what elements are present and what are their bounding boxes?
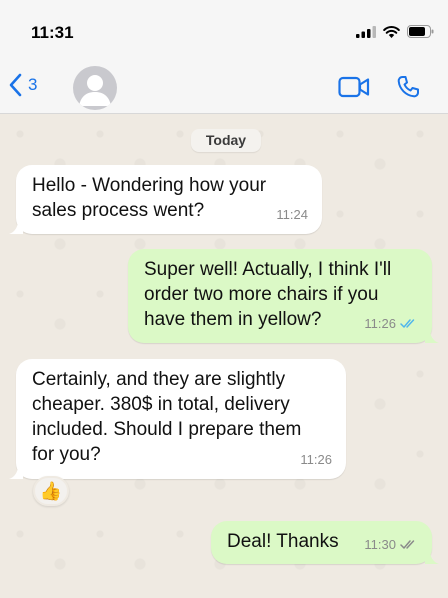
incoming-message[interactable]: Hello - Wondering how your sales process… (9, 165, 322, 234)
avatar[interactable] (73, 66, 117, 110)
unread-count: 3 (28, 75, 38, 94)
status-icons (356, 25, 434, 38)
back-button[interactable]: 3 (8, 73, 37, 97)
message-time: 11:24 (276, 207, 308, 222)
status-time: 11:31 (31, 23, 74, 42)
message-meta: 11:26 (364, 311, 418, 336)
bubble-tail (425, 329, 439, 343)
outgoing-message[interactable]: Deal! Thanks 11:30 (211, 521, 439, 564)
status-bar: 11:31 (0, 0, 448, 62)
signal-icon (356, 25, 376, 38)
delivered-receipt-icon (400, 540, 415, 549)
incoming-message[interactable]: Certainly, and they are slightly cheaper… (9, 359, 346, 479)
chat-header: 3 (0, 62, 448, 114)
thumbs-up-reaction[interactable]: 👍 (33, 476, 69, 506)
outgoing-message[interactable]: Super well! Actually, I think I'll order… (128, 249, 439, 343)
message-text: Certainly, and they are slightly cheaper… (32, 369, 302, 465)
battery-icon (407, 25, 434, 38)
bubble-tail (9, 465, 23, 479)
phone-call-icon[interactable] (396, 75, 420, 99)
message-time: 11:26 (300, 452, 332, 467)
bubble-tail (425, 550, 439, 564)
message-list[interactable]: Today Hello - Wondering how your sales p… (0, 114, 448, 598)
message-meta: 11:24 (276, 202, 308, 227)
message-meta: 11:30 (364, 532, 418, 557)
call-actions (338, 75, 420, 99)
bubble-tail (9, 220, 23, 234)
person-icon (79, 75, 111, 106)
wifi-icon (383, 25, 400, 38)
read-receipt-icon (400, 319, 415, 328)
message-meta: 11:26 (300, 447, 332, 472)
date-separator: Today (191, 129, 261, 152)
message-time: 11:30 (364, 537, 396, 552)
video-call-icon[interactable] (338, 76, 370, 98)
message-time: 11:26 (364, 316, 396, 331)
chevron-left-icon (9, 73, 22, 97)
